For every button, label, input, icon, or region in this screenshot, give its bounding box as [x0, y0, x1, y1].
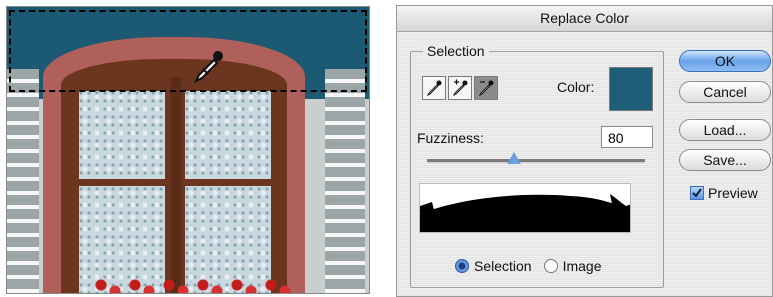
eyedropper-plus-icon — [452, 79, 468, 97]
fuzziness-label: Fuzziness: — [417, 130, 484, 146]
document-canvas[interactable] — [6, 6, 370, 294]
fuzziness-field[interactable] — [601, 126, 653, 148]
left-lace-pane — [79, 91, 165, 293]
preview-option: Preview — [690, 185, 758, 201]
image-radio[interactable] — [543, 259, 558, 273]
eyedropper-icon — [426, 80, 442, 97]
right-transom — [185, 179, 271, 186]
selection-preview — [419, 183, 631, 233]
ok-button[interactable]: OK — [679, 50, 771, 72]
save-button[interactable]: Save... — [679, 149, 771, 171]
eyedropper-minus-icon — [478, 80, 494, 97]
replace-color-dialog: Replace Color Selection Color: Fuzziness… — [396, 5, 773, 297]
eyedropper-cursor-icon — [193, 51, 223, 84]
flower-box — [91, 273, 291, 293]
image-radio-label: Image — [562, 258, 602, 274]
checkmark-icon — [692, 188, 702, 198]
window-mullion — [171, 77, 181, 293]
selection-radio-label: Selection — [474, 258, 532, 274]
left-shutter — [7, 69, 39, 293]
cancel-button[interactable]: Cancel — [679, 81, 771, 103]
selection-group-label: Selection — [423, 43, 489, 59]
view-mode-options: Selection Image — [455, 258, 602, 274]
preview-checkbox[interactable] — [690, 186, 704, 200]
eyedropper-tools — [422, 76, 500, 100]
eyedropper-tool-button[interactable] — [422, 76, 446, 100]
subtract-from-sample-button[interactable] — [474, 76, 498, 100]
color-label: Color: — [557, 79, 595, 95]
mask-preview-image — [420, 184, 630, 232]
left-transom — [79, 179, 165, 186]
color-swatch[interactable] — [609, 67, 653, 111]
fuzziness-slider-thumb[interactable] — [507, 152, 522, 164]
right-lace-pane — [185, 91, 271, 293]
preview-label: Preview — [708, 185, 758, 201]
add-to-sample-button[interactable] — [448, 76, 472, 100]
dialog-title: Replace Color — [397, 6, 772, 32]
fuzziness-slider-track[interactable] — [427, 159, 645, 163]
load-button[interactable]: Load... — [679, 119, 771, 141]
right-shutter — [325, 69, 365, 293]
selection-radio[interactable] — [455, 259, 469, 273]
